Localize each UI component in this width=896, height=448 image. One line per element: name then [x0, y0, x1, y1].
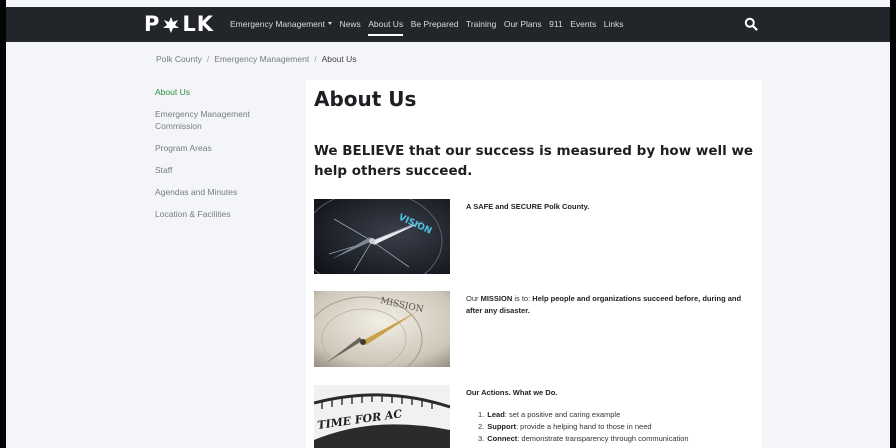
nav-emergency-management[interactable]: Emergency Management: [230, 7, 332, 42]
sidebar-item-about-us[interactable]: About Us: [155, 86, 285, 98]
action-term: Support: [487, 422, 517, 431]
breadcrumb-emergency-management[interactable]: Emergency Management: [214, 54, 309, 64]
actions-heading: Our Actions. What we Do.: [466, 388, 558, 397]
nav-news[interactable]: News: [339, 7, 360, 42]
nav-links[interactable]: Links: [604, 7, 624, 42]
nav-our-plans[interactable]: Our Plans: [504, 7, 542, 42]
nav-911[interactable]: 911: [549, 7, 563, 42]
top-navigation-bar: P LK Emergency Management News About Us …: [6, 7, 890, 42]
logo-letter-p: P: [144, 12, 161, 36]
nav-label: News: [339, 19, 361, 29]
actions-list: 1. Lead: set a positive and caring exampl…: [466, 409, 751, 445]
sidebar-item-label: Emergency Management: [155, 109, 250, 119]
list-number: 3.: [478, 434, 485, 443]
sidebar-item-label: Commission: [155, 121, 202, 131]
nav-about-us[interactable]: About Us: [368, 7, 403, 42]
nav-label: Our Plans: [503, 19, 542, 29]
nav-label: Emergency Management: [230, 19, 325, 29]
nav-be-prepared[interactable]: Be Prepared: [411, 7, 459, 42]
page-title: About Us: [314, 87, 417, 111]
sidebar-item-location-facilities[interactable]: Location & Facilities: [155, 208, 285, 220]
caret-down-icon: [327, 22, 332, 26]
sidebar-item-emergency-management-commission[interactable]: Emergency Management Commission: [155, 108, 285, 132]
list-item: 2. Support: provide a helping hand to tho…: [478, 421, 751, 433]
browser-page: P LK Emergency Management News About Us …: [6, 0, 890, 448]
action-desc: : set a positive and caring example: [504, 410, 621, 419]
sidebar-item-staff[interactable]: Staff: [155, 164, 285, 176]
mission-middle: is to:: [512, 294, 533, 303]
breadcrumb-about-us: About Us: [321, 54, 357, 64]
mission-compass-image: MISSION: [314, 291, 450, 367]
belief-heading: We BELIEVE that our success is measured …: [314, 143, 754, 179]
nav-label: Events: [570, 19, 597, 29]
leaf-icon: [161, 15, 181, 35]
mission-prefix: Our: [466, 294, 481, 303]
action-desc: : demonstrate transparency through commu…: [517, 434, 689, 443]
sidebar-item-program-areas[interactable]: Program Areas: [155, 142, 285, 154]
vision-compass-image: VISION: [314, 199, 450, 274]
breadcrumb-separator: /: [206, 54, 210, 64]
nav-label: Training: [465, 19, 497, 29]
nav-label: 911: [549, 19, 563, 29]
list-item: 1. Lead: set a positive and caring exampl…: [478, 409, 751, 421]
action-desc: : provide a helping hand to those in nee…: [516, 422, 652, 431]
sidebar-item-label: Staff: [155, 165, 173, 175]
nav-events[interactable]: Events: [570, 7, 596, 42]
breadcrumb-polk-county[interactable]: Polk County: [156, 54, 202, 64]
sidebar-item-label: Location & Facilities: [155, 209, 231, 219]
actions-text: Our Actions. What we Do. 1. Lead: set a p…: [466, 387, 751, 445]
polk-logo[interactable]: P LK: [144, 12, 214, 37]
sidebar-item-label: Agendas and Minutes: [155, 187, 238, 197]
action-term: Lead: [487, 410, 505, 419]
vision-statement: A SAFE and SECURE Polk County.: [466, 202, 590, 211]
sidebar-item-label: About Us: [155, 87, 190, 97]
breadcrumb: Polk County / Emergency Management / About U…: [156, 54, 357, 64]
list-number: 1.: [478, 410, 485, 419]
list-number: 2.: [478, 422, 485, 431]
logo-letters-lk: LK: [182, 12, 215, 36]
vision-text: A SAFE and SECURE Polk County.: [466, 201, 751, 213]
nav-label: About Us: [368, 19, 404, 29]
list-item: 3. Connect: demonstrate transparency thro…: [478, 433, 751, 445]
mission-text: Our MISSION is to: Help people and organ…: [466, 293, 751, 317]
nav-training[interactable]: Training: [466, 7, 496, 42]
content-panel: About Us We BELIEVE that our success is …: [306, 80, 762, 448]
nav-label: Links: [603, 19, 624, 29]
side-navigation: About Us Emergency Management Commission …: [155, 86, 285, 230]
time-for-action-image: TIME FOR AC: [314, 385, 450, 448]
mission-keyword: MISSION: [480, 294, 513, 303]
sidebar-item-agendas-and-minutes[interactable]: Agendas and Minutes: [155, 186, 285, 198]
breadcrumb-separator: /: [314, 54, 317, 64]
action-term: Connect: [487, 434, 518, 443]
main-nav: Emergency Management News About Us Be Pr…: [230, 7, 631, 42]
nav-label: Be Prepared: [410, 19, 459, 29]
sidebar-item-label: Program Areas: [155, 143, 212, 153]
search-icon[interactable]: [744, 17, 758, 31]
